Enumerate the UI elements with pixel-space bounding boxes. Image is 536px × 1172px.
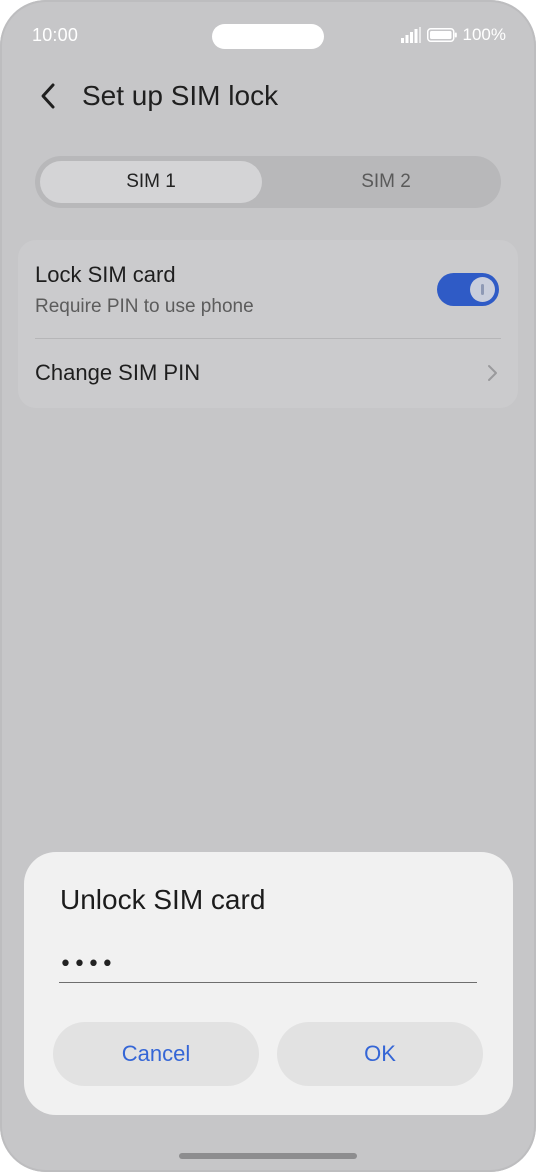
sim-lock-settings-card: Lock SIM card Require PIN to use phone C… — [18, 240, 518, 408]
ok-button[interactable]: OK — [277, 1022, 483, 1086]
camera-notch — [212, 24, 324, 49]
back-arrow-icon — [41, 83, 55, 109]
toggle-knob — [470, 277, 495, 302]
page-header: Set up SIM lock — [40, 80, 278, 112]
chevron-right-icon — [488, 365, 497, 381]
unlock-sim-dialog: Unlock SIM card Cancel OK — [24, 852, 513, 1115]
page-title: Set up SIM lock — [82, 80, 279, 111]
tab-sim-2[interactable]: SIM 2 — [275, 161, 497, 203]
battery-icon — [426, 28, 457, 42]
tab-sim-1[interactable]: SIM 1 — [40, 161, 262, 203]
signal-icon — [400, 27, 421, 43]
pin-input[interactable] — [59, 946, 477, 983]
change-sim-pin-label: Change SIM PIN — [35, 360, 201, 385]
battery-percent: 100% — [462, 25, 506, 44]
sim-selector: SIM 1 SIM 2 — [35, 156, 501, 208]
lock-sim-card-toggle[interactable] — [437, 273, 499, 306]
status-icons: 100% — [400, 25, 506, 45]
back-button[interactable] — [40, 80, 62, 112]
change-sim-pin-row[interactable]: Change SIM PIN — [18, 339, 518, 408]
dialog-title: Unlock SIM card — [60, 884, 266, 915]
lock-sim-card-title: Lock SIM card — [35, 262, 176, 287]
home-indicator[interactable] — [179, 1153, 357, 1159]
lock-sim-card-subtitle: Require PIN to use phone — [35, 296, 254, 317]
cancel-button[interactable]: Cancel — [53, 1022, 259, 1086]
lock-sim-card-row[interactable]: Lock SIM card Require PIN to use phone — [18, 240, 518, 338]
phone-screen: 10:00 100% Set up SIM lock SIM 1 SIM 2 L… — [0, 0, 536, 1172]
status-time: 10:00 — [32, 25, 79, 45]
